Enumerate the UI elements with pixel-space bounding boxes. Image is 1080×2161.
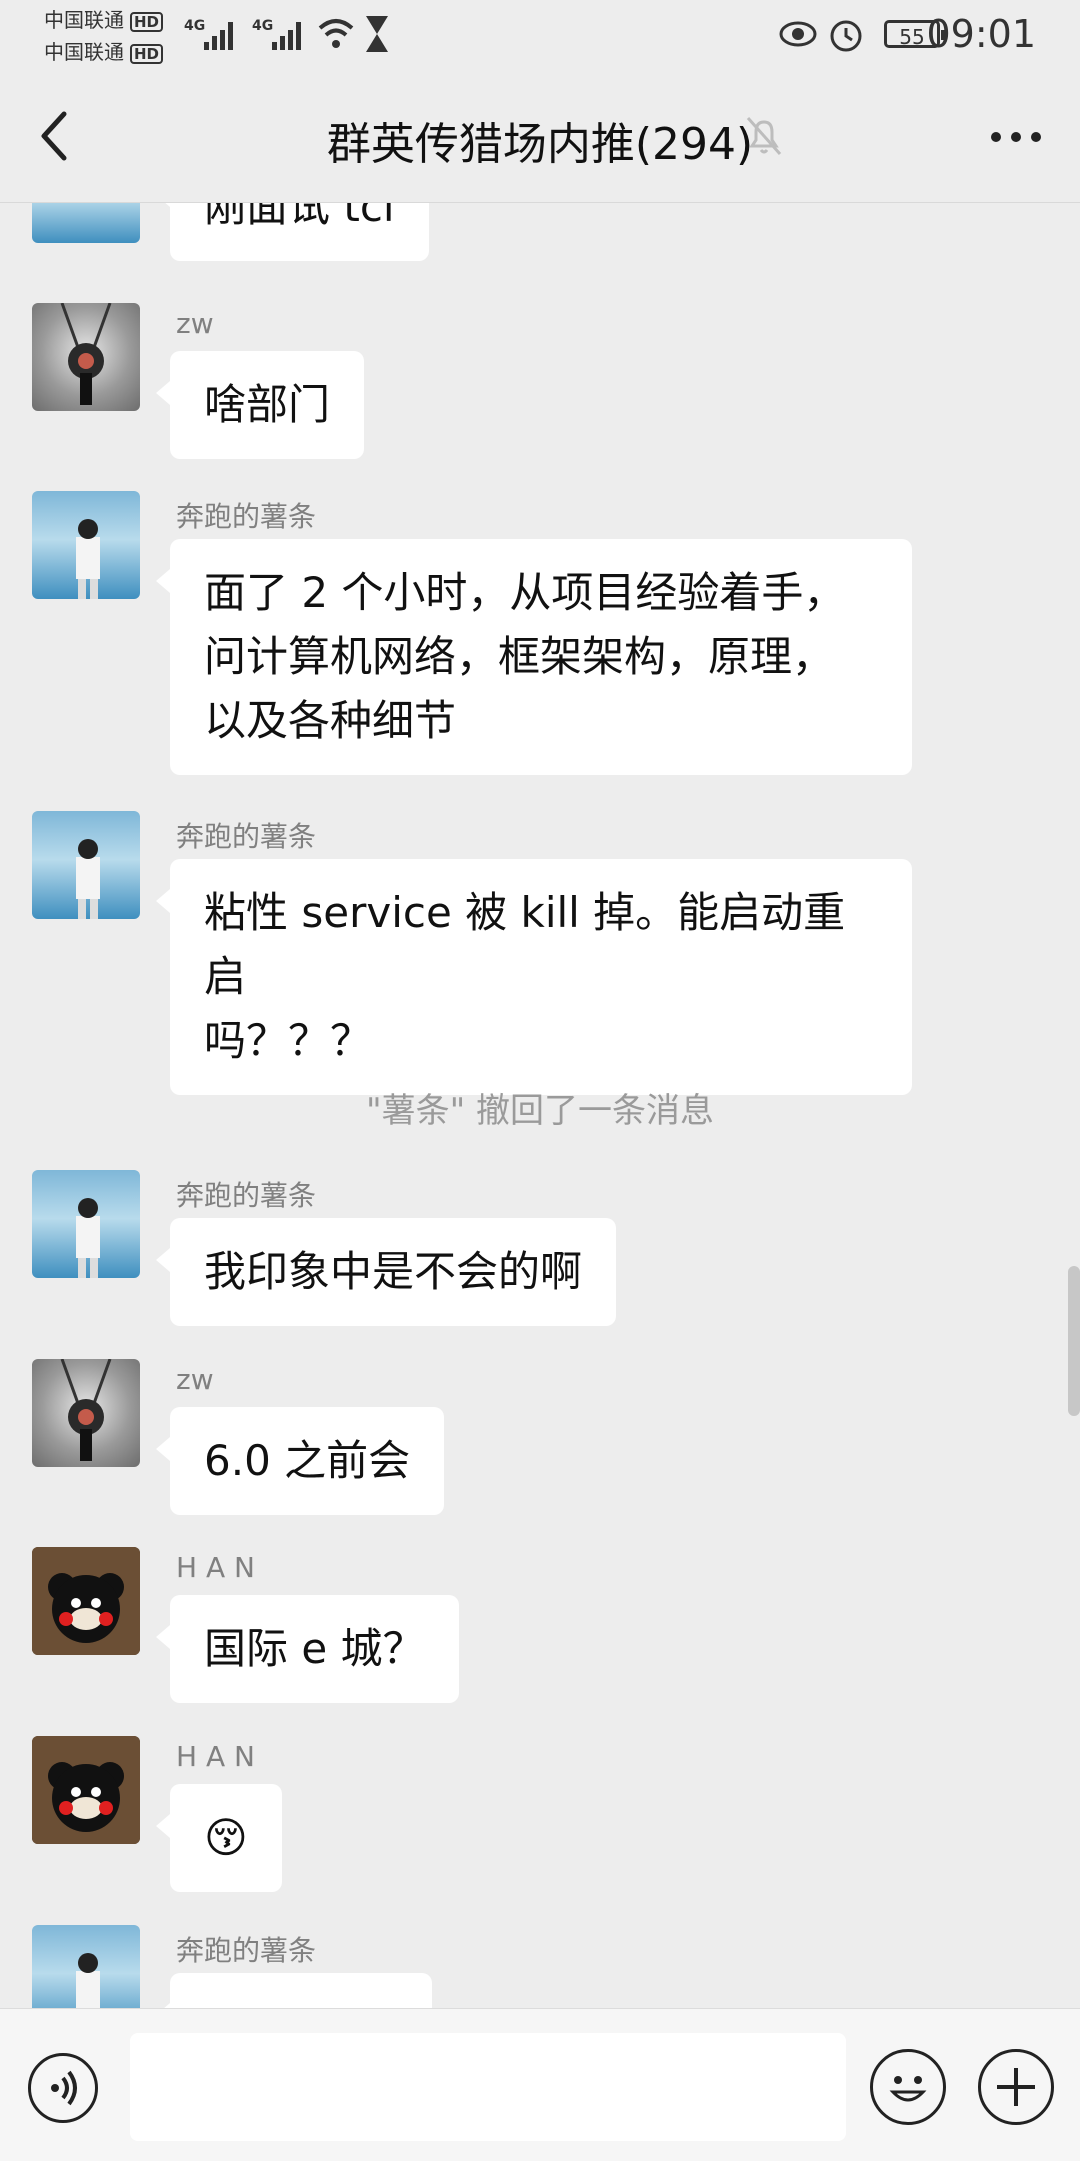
sender-name: zw [176, 1363, 214, 1396]
clock: 09:01 [926, 12, 1036, 56]
message-bubble[interactable]: 面了 2 个小时，从项目经验着手， 问计算机网络，框架架构，原理， 以及各种细节 [156, 539, 912, 775]
status-bar: 中国联通 HD 中国联通 HD 4G 4G 55 09:01 [0, 0, 1080, 70]
message-bubble[interactable] [156, 1973, 432, 2008]
avatar[interactable] [32, 1359, 140, 1467]
avatar-image [32, 1736, 140, 1844]
signal-icon-2: 4G [252, 18, 301, 50]
recall-notice: "薯条" 撤回了一条消息 [365, 1091, 715, 1131]
chat-title: 群英传猎场内推(294) [326, 119, 754, 170]
avatar-image [76, 1198, 100, 1278]
avatar-image [32, 1547, 140, 1655]
more-functions-button[interactable] [978, 2049, 1054, 2125]
plus-icon [997, 2068, 1035, 2106]
voice-icon [51, 2070, 77, 2106]
hourglass-icon [366, 16, 388, 52]
avatar-image [60, 1359, 112, 1461]
message-bubble[interactable]: 6.0 之前会 [155, 1407, 445, 1515]
network-type: 4G [184, 18, 205, 34]
wifi-icon [318, 19, 354, 48]
sender-name: 奔跑的薯条 [176, 1179, 317, 1212]
message-bubble[interactable]: 刚面试 tcl [156, 203, 429, 261]
avatar-image [60, 303, 112, 405]
message-input[interactable] [130, 2033, 846, 2141]
voice-button[interactable] [28, 2053, 98, 2123]
hd-badge: HD [130, 44, 164, 64]
message-bubble[interactable]: 😚 [156, 1784, 282, 1892]
avatar[interactable] [32, 203, 140, 243]
more-options-button[interactable] [986, 122, 1046, 152]
avatar[interactable] [32, 1547, 140, 1655]
sender-name: zw [176, 307, 214, 340]
avatar[interactable] [32, 1925, 140, 2008]
avatar[interactable] [32, 303, 140, 411]
avatar-image [76, 839, 100, 919]
avatar[interactable] [32, 491, 140, 599]
avatar-image [76, 519, 100, 599]
avatar[interactable] [32, 811, 140, 919]
message-bubble[interactable]: 国际 e 城？ [156, 1595, 459, 1703]
chat-header: 群英传猎场内推(294) [0, 70, 1080, 203]
sender-name: 奔跑的薯条 [176, 820, 317, 853]
chat-area[interactable]: 刚面试 tcl zw 啥部门 奔跑的薯条 面了 2 个小时，从项目经验着手， 问… [0, 203, 1080, 2008]
sender-name: H A N [176, 1551, 255, 1584]
mute-bell-icon [746, 117, 782, 155]
carrier-1-label: 中国联通 [44, 8, 124, 32]
network-type-2: 4G [252, 18, 273, 34]
message-bubble[interactable]: 粘性 service 被 kill 掉。能启动重启 吗？？？ [156, 859, 912, 1095]
smile-icon [889, 2076, 927, 2102]
scrollbar[interactable] [1068, 1266, 1080, 1416]
carrier-2: 中国联通 HD [44, 40, 164, 64]
message-bubble[interactable]: 啥部门 [155, 351, 365, 459]
message-line: 粘性 service 被 kill 掉。能启动重启 [204, 888, 846, 1001]
message-bubble[interactable]: 我印象中是不会的啊 [155, 1218, 617, 1326]
carrier-2-label: 中国联通 [44, 40, 124, 64]
carrier-1: 中国联通 HD [44, 8, 164, 32]
sender-name: 奔跑的薯条 [176, 1934, 317, 1967]
hd-badge: HD [130, 12, 164, 32]
eye-icon [779, 21, 817, 47]
avatar[interactable] [32, 1170, 140, 1278]
message-line: 问计算机网络，框架架构，原理， [204, 632, 835, 681]
sender-name: 奔跑的薯条 [176, 500, 317, 533]
message-line: 面了 2 个小时，从项目经验着手， [204, 568, 846, 617]
message-line: 吗？？？ [204, 1016, 373, 1065]
emoji-button[interactable] [870, 2049, 946, 2125]
message-line: 以及各种细节 [204, 696, 457, 745]
signal-icon: 4G [184, 18, 233, 50]
avatar[interactable] [32, 1736, 140, 1844]
alarm-icon [830, 20, 862, 52]
input-bar [0, 2008, 1080, 2161]
sender-name: H A N [176, 1740, 255, 1773]
avatar-image [76, 1953, 100, 2008]
